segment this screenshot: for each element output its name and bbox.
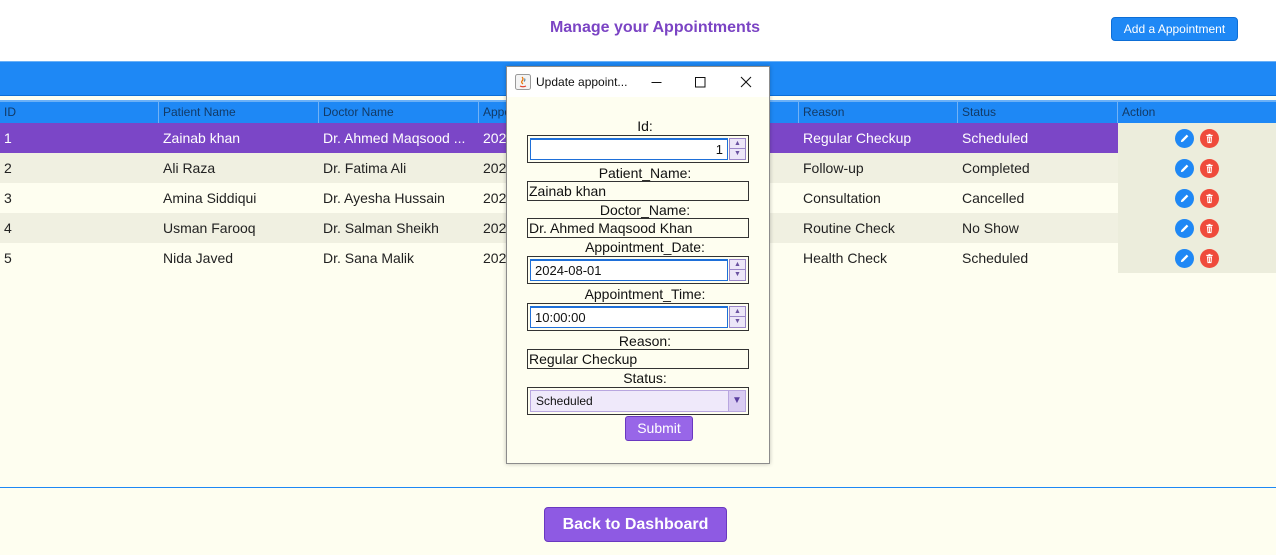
footer-divider (0, 487, 1276, 488)
col-header-reason[interactable]: Reason (799, 102, 958, 123)
cell-patient: Ali Raza (163, 160, 216, 176)
cell-id: 3 (4, 190, 12, 206)
cell-actions (1118, 153, 1276, 183)
cell-id: 5 (4, 250, 12, 266)
cell-doctor: Dr. Sana Malik (323, 250, 415, 266)
minimize-icon[interactable] (645, 71, 667, 93)
close-icon[interactable] (735, 71, 757, 93)
pencil-icon[interactable] (1175, 159, 1194, 178)
id-spinner[interactable]: 1 ▲ ▼ (527, 135, 749, 163)
cell-doctor: Dr. Ayesha Hussain (323, 190, 445, 206)
cell-status: No Show (962, 220, 1019, 236)
cell-reason: Routine Check (803, 220, 895, 236)
dialog-titlebar[interactable]: Update appoint... (507, 67, 769, 97)
cell-status: Cancelled (962, 190, 1025, 206)
cell-reason: Regular Checkup (803, 130, 912, 146)
chevron-down-icon[interactable]: ▼ (728, 391, 745, 411)
id-field[interactable]: 1 (530, 138, 728, 160)
arrow-down-icon[interactable]: ▼ (730, 317, 745, 327)
col-header-action[interactable]: Action (1118, 102, 1276, 123)
pencil-icon[interactable] (1175, 189, 1194, 208)
status-select[interactable]: Scheduled ▼ (527, 387, 749, 415)
appointment-time-label: Appointment_Time: (584, 286, 706, 302)
arrow-up-icon[interactable]: ▲ (730, 307, 745, 317)
doctor-name-field[interactable]: Dr. Ahmed Maqsood Khan (527, 218, 749, 238)
status-select-box[interactable]: Scheduled ▼ (530, 390, 746, 412)
cell-reason: Follow-up (803, 160, 864, 176)
reason-label: Reason: (618, 333, 672, 349)
trash-icon[interactable] (1200, 159, 1219, 178)
reason-field[interactable]: Regular Checkup (527, 349, 749, 369)
col-header-id[interactable]: ID (0, 102, 159, 123)
arrow-up-icon[interactable]: ▲ (730, 260, 745, 270)
add-appointment-button[interactable]: Add a Appointment (1111, 17, 1238, 41)
cell-status: Completed (962, 160, 1030, 176)
arrow-up-icon[interactable]: ▲ (730, 139, 745, 149)
submit-button[interactable]: Submit (625, 416, 693, 441)
trash-icon[interactable] (1200, 219, 1219, 238)
col-header-patient[interactable]: Patient Name (159, 102, 319, 123)
page-title: Manage your Appointments (549, 19, 761, 36)
col-header-doctor[interactable]: Doctor Name (319, 102, 479, 123)
patient-name-field[interactable]: Zainab khan (527, 181, 749, 201)
id-label: Id: (637, 118, 653, 134)
cell-reason: Health Check (803, 250, 888, 266)
cell-actions (1118, 183, 1276, 213)
cell-status: Scheduled (962, 130, 1029, 146)
appointment-date-label: Appointment_Date: (585, 239, 705, 255)
trash-icon[interactable] (1200, 249, 1219, 268)
cell-patient: Zainab khan (163, 130, 241, 146)
status-label: Status: (623, 370, 667, 386)
cell-doctor: Dr. Ahmed Maqsood ... (323, 130, 466, 146)
arrow-down-icon[interactable]: ▼ (730, 270, 745, 280)
trash-icon[interactable] (1200, 189, 1219, 208)
col-header-status[interactable]: Status (958, 102, 1118, 123)
back-to-dashboard-button[interactable]: Back to Dashboard (544, 507, 727, 542)
trash-icon[interactable] (1200, 129, 1219, 148)
cell-id: 1 (4, 130, 12, 146)
cell-doctor: Dr. Fatima Ali (323, 160, 407, 176)
dialog-title: Update appoint... (536, 75, 628, 89)
cell-patient: Amina Siddiqui (163, 190, 257, 206)
time-spinner[interactable]: 10:00:00 ▲ ▼ (527, 303, 749, 331)
cell-doctor: Dr. Salman Sheikh (323, 220, 439, 236)
arrow-down-icon[interactable]: ▼ (730, 149, 745, 159)
spinner-arrows[interactable]: ▲ ▼ (729, 306, 746, 328)
spinner-arrows[interactable]: ▲ ▼ (729, 259, 746, 281)
date-spinner[interactable]: 2024-08-01 ▲ ▼ (527, 256, 749, 284)
cell-patient: Nida Javed (163, 250, 234, 266)
status-select-value: Scheduled (536, 394, 593, 408)
cell-id: 4 (4, 220, 12, 236)
cell-id: 2 (4, 160, 12, 176)
spinner-arrows[interactable]: ▲ ▼ (729, 138, 746, 160)
patient-name-label: Patient_Name: (598, 165, 692, 181)
cell-patient: Usman Farooq (163, 220, 256, 236)
doctor-name-label: Doctor_Name: (599, 202, 691, 218)
cell-actions (1118, 123, 1276, 153)
date-field[interactable]: 2024-08-01 (530, 259, 728, 281)
cell-actions (1118, 213, 1276, 243)
cell-status: Scheduled (962, 250, 1029, 266)
top-header: Manage your Appointments Add a Appointme… (0, 0, 1276, 61)
java-app-icon (515, 74, 531, 90)
maximize-icon[interactable] (689, 71, 711, 93)
cell-actions (1118, 243, 1276, 273)
update-appointment-dialog: Update appoint... Id: 1 ▲ ▼ Patient_Name… (506, 66, 770, 464)
cell-reason: Consultation (803, 190, 881, 206)
pencil-icon[interactable] (1175, 129, 1194, 148)
time-field[interactable]: 10:00:00 (530, 306, 728, 328)
pencil-icon[interactable] (1175, 219, 1194, 238)
pencil-icon[interactable] (1175, 249, 1194, 268)
